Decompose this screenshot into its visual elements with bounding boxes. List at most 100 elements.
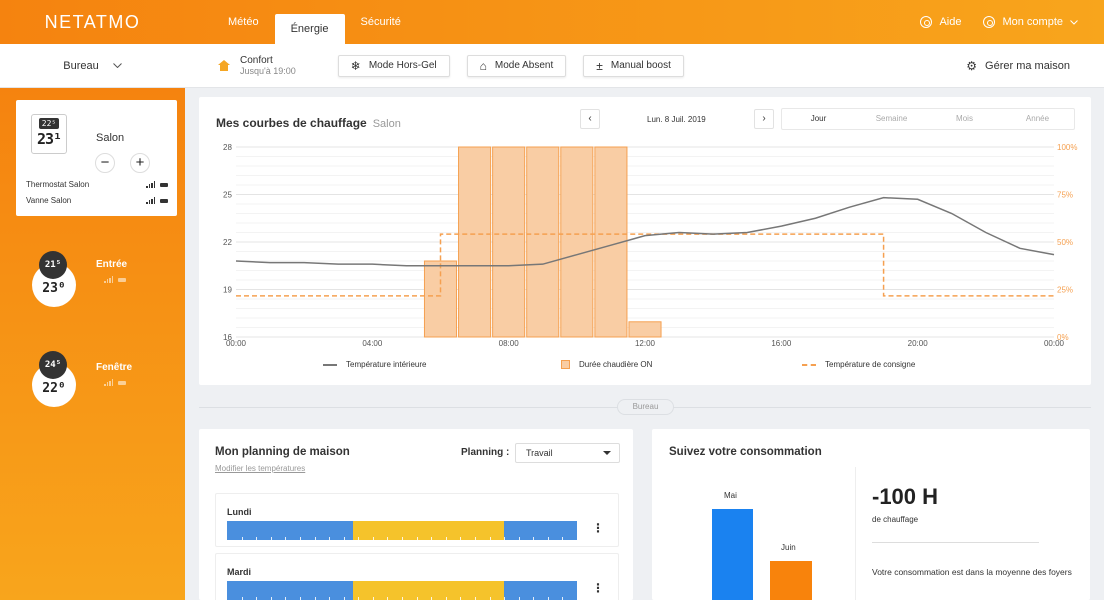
gear-icon: ⚙	[966, 58, 978, 73]
netatmo-logo[interactable]: NETATMO	[0, 12, 185, 33]
room-card-salon[interactable]: 22⁵ 23¹ Salon − + Thermostat Salon Vanne…	[16, 100, 177, 216]
next-day-button[interactable]: ›	[754, 109, 774, 129]
tab-meteo[interactable]: Météo	[212, 0, 275, 44]
account-menu[interactable]: Mon compte	[983, 16, 1078, 28]
hour-tick	[387, 537, 389, 540]
indoor-temperature-line	[235, 196, 1055, 267]
hour-tick	[445, 537, 447, 540]
room-status-icons	[104, 379, 126, 386]
device-row: Thermostat Salon	[26, 180, 168, 189]
away-mode-label: Mode Absent	[494, 60, 554, 71]
hour-ticks	[227, 594, 577, 600]
frost-mode-label: Mode Hors-Gel	[368, 60, 437, 71]
horizontal-divider	[872, 542, 1039, 543]
room-selector-label: Bureau	[63, 59, 99, 72]
account-label: Mon compte	[1002, 16, 1063, 28]
device-row: Vanne Salon	[26, 196, 168, 205]
hour-tick	[474, 537, 476, 540]
caret-down-icon	[603, 451, 611, 455]
toolbar: Bureau Confort Jusqu'à 19:00 ❄ Mode Hors…	[0, 44, 1104, 88]
hour-tick	[547, 537, 549, 540]
consumption-title: Suivez votre consommation	[669, 446, 822, 458]
hour-tick	[299, 537, 301, 540]
tab-day[interactable]: Jour	[782, 109, 855, 129]
room-name[interactable]: Entrée	[96, 259, 127, 270]
hour-tick	[329, 537, 331, 540]
y-tick-label: 22	[223, 238, 232, 247]
heating-chart: 16192225280%25%50%75%100%00:00 04:00 08:00…	[223, 143, 1077, 348]
x-tick-label: 16:00	[771, 339, 792, 348]
planning-label: Planning :	[461, 447, 510, 458]
tab-year[interactable]: Année	[1001, 109, 1074, 129]
signal-icon	[146, 181, 155, 188]
battery-icon	[160, 182, 168, 187]
manual-boost-button[interactable]: ± Manual boost	[583, 54, 684, 77]
manage-home-button[interactable]: ⚙ Gérer ma maison	[966, 59, 1070, 73]
legend-label: Température de consigne	[825, 360, 916, 369]
hour-tick	[285, 537, 287, 540]
month-label: Juin	[781, 543, 796, 552]
room-selector[interactable]: Bureau	[0, 60, 185, 72]
day-schedule-row[interactable]: Mardi 0006121824 ⋮	[215, 553, 619, 600]
home-icon	[218, 60, 230, 71]
room-status-icons	[104, 276, 126, 283]
signal-icon	[146, 197, 155, 204]
away-mode-button[interactable]: ⌂ Mode Absent	[466, 54, 567, 77]
hour-tick	[416, 537, 418, 540]
x-tick-label: 00:00	[1044, 339, 1065, 348]
device-name: Vanne Salon	[26, 196, 72, 205]
top-right-actions: Aide Mon compte	[920, 16, 1104, 28]
planning-select[interactable]: Travail	[515, 443, 620, 463]
battery-icon	[118, 380, 126, 385]
thermostat-display: 22⁵ 23¹	[31, 114, 67, 154]
increase-temp-button[interactable]: +	[130, 153, 150, 173]
boiler-on-bar	[458, 146, 492, 338]
more-options-icon[interactable]: ⋮	[592, 521, 604, 535]
day-schedule-row[interactable]: Lundi 0006121824 ⋮	[215, 493, 619, 555]
heating-curves-card: Mes courbes de chauffage Salon ‹ Lun. 8 J…	[199, 97, 1091, 385]
help-link[interactable]: Aide	[920, 16, 961, 28]
room-item-fenetre[interactable]: 24⁵ 22⁰	[32, 351, 76, 407]
room-item-entree[interactable]: 21⁵ 23⁰	[32, 251, 76, 307]
consumption-bar-june	[770, 561, 812, 600]
battery-icon	[160, 198, 168, 203]
planning-title: Mon planning de maison	[215, 446, 350, 458]
chart-title-text: Mes courbes de chauffage	[216, 116, 367, 130]
hour-tick	[270, 537, 272, 540]
snowflake-icon: ❄	[350, 58, 361, 73]
battery-icon	[118, 277, 126, 282]
mode-name: Confort	[240, 55, 273, 66]
section-label: Bureau	[617, 399, 674, 415]
tab-securite[interactable]: Sécurité	[345, 0, 417, 44]
x-tick-label: 00:00	[226, 339, 247, 348]
room-name[interactable]: Fenêtre	[96, 362, 132, 373]
legend-label: Température intérieure	[346, 360, 427, 369]
signal-icon	[104, 379, 113, 386]
consumption-value: -100 H	[872, 484, 939, 509]
tab-energie[interactable]: Énergie	[274, 14, 345, 44]
edit-temperatures-link[interactable]: Modifier les températures	[215, 464, 305, 473]
planning-selected: Travail	[526, 448, 553, 458]
tab-month[interactable]: Mois	[928, 109, 1001, 129]
y2-tick-label: 75%	[1057, 191, 1073, 200]
y-tick-label: 28	[223, 143, 232, 152]
setpoint-line	[236, 233, 1054, 297]
current-temp: 23⁰	[42, 281, 66, 296]
more-options-icon[interactable]: ⋮	[592, 581, 604, 595]
help-label: Aide	[939, 16, 962, 28]
legend-item: Durée chaudière ON	[561, 360, 652, 369]
chevron-down-icon	[112, 63, 122, 68]
y2-tick-label: 100%	[1057, 143, 1077, 152]
hour-tick	[343, 537, 345, 540]
tab-week[interactable]: Semaine	[855, 109, 928, 129]
user-icon	[983, 16, 996, 28]
frost-mode-button[interactable]: ❄ Mode Hors-Gel	[337, 54, 450, 77]
decrease-temp-button[interactable]: −	[95, 153, 115, 173]
hour-tick	[372, 537, 374, 540]
device-name: Thermostat Salon	[26, 180, 90, 189]
legend-dash-swatch	[802, 363, 816, 366]
previous-day-button[interactable]: ‹	[580, 109, 600, 129]
current-temp: 23¹	[36, 130, 62, 148]
consumption-card: Suivez votre consommation Mai Juin -100 …	[652, 429, 1090, 600]
manage-home-label: Gérer ma maison	[985, 59, 1070, 72]
